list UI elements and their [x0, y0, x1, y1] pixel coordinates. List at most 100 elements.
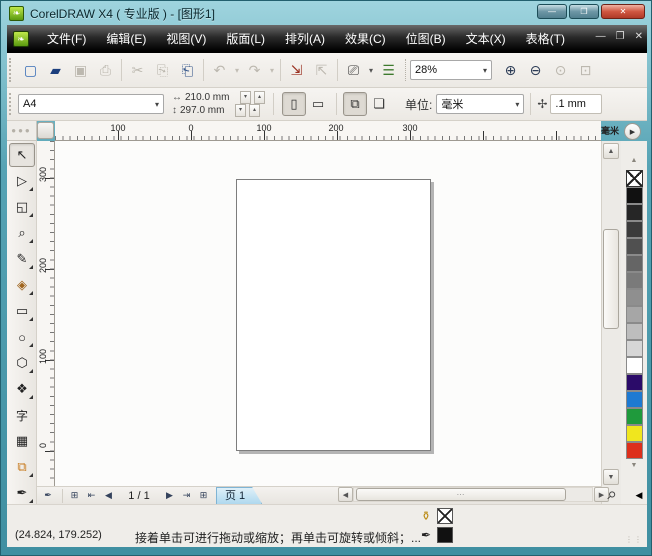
- color-swatch[interactable]: [626, 323, 643, 340]
- color-swatch[interactable]: [626, 306, 643, 323]
- no-fill-swatch[interactable]: [626, 170, 643, 187]
- zoom-level-combo[interactable]: 28% ▾: [410, 60, 492, 80]
- import-button[interactable]: ⇲: [284, 58, 309, 83]
- nudge-input[interactable]: .1 mm: [550, 94, 603, 114]
- scroll-down-button[interactable]: ▼: [603, 469, 619, 485]
- copy-button[interactable]: ⎘: [150, 58, 175, 83]
- redo-dropdown[interactable]: ▾: [267, 66, 277, 75]
- color-swatch[interactable]: [626, 408, 643, 425]
- menu-effects[interactable]: 效果(C): [335, 28, 396, 50]
- menu-app-icon[interactable]: ❧: [13, 30, 29, 47]
- color-swatch[interactable]: [626, 391, 643, 408]
- zoom-out-button[interactable]: ⊖: [523, 58, 548, 83]
- landscape-button[interactable]: ▭: [306, 92, 330, 116]
- ruler-flyout-button[interactable]: ▶: [624, 123, 641, 140]
- paper-width-value[interactable]: 210.0 mm: [185, 91, 237, 104]
- menu-view[interactable]: 视图(V): [156, 28, 216, 50]
- vertical-ruler[interactable]: 300 200 100 0: [37, 141, 55, 504]
- text-tool-button[interactable]: 字: [9, 403, 35, 427]
- color-swatch[interactable]: [626, 187, 643, 204]
- width-spin-down[interactable]: ▾: [240, 91, 251, 104]
- width-spin-up[interactable]: ▴: [254, 91, 265, 104]
- color-swatch[interactable]: [626, 221, 643, 238]
- first-page-button[interactable]: ⇤: [83, 488, 100, 504]
- navigator-button[interactable]: ⚲: [603, 487, 620, 503]
- toolbar-grip[interactable]: [9, 92, 14, 116]
- color-swatch[interactable]: [626, 442, 643, 459]
- last-page-button[interactable]: ⇥: [178, 488, 195, 504]
- hscroll-left-button[interactable]: ◀: [338, 487, 353, 502]
- basic-shapes-tool-button[interactable]: ❖: [9, 377, 35, 401]
- menu-table[interactable]: 表格(T): [516, 28, 575, 50]
- zoom-in-button[interactable]: ⊕: [498, 58, 523, 83]
- current-page-button[interactable]: ❏: [367, 92, 391, 116]
- undo-dropdown[interactable]: ▾: [232, 66, 242, 75]
- zoom-actual-button[interactable]: ⊙: [548, 58, 573, 83]
- next-page-button[interactable]: ▶: [161, 488, 178, 504]
- zoom-to-page-button[interactable]: ⊡: [573, 58, 598, 83]
- export-button[interactable]: ⇱: [309, 58, 334, 83]
- horizontal-ruler[interactable]: 100 0 100 200 300: [55, 121, 601, 141]
- height-spin-up[interactable]: ▴: [249, 104, 260, 117]
- page-size-combo[interactable]: A4 ▾: [18, 94, 164, 114]
- previous-page-button[interactable]: ◀: [100, 488, 117, 504]
- color-swatch[interactable]: [626, 204, 643, 221]
- color-swatch[interactable]: [626, 289, 643, 306]
- vertical-scroll-thumb[interactable]: [603, 229, 619, 329]
- polygon-tool-button[interactable]: ⬡: [9, 351, 35, 375]
- color-swatch[interactable]: [626, 357, 643, 374]
- palette-scroll-down-button[interactable]: ▼: [627, 462, 641, 472]
- color-swatch[interactable]: [626, 374, 643, 391]
- close-button[interactable]: ✕: [601, 4, 645, 19]
- document-page[interactable]: [236, 179, 431, 451]
- paper-height-value[interactable]: 297.0 mm: [180, 104, 232, 117]
- menu-arrange[interactable]: 排列(A): [275, 28, 335, 50]
- new-document-button[interactable]: ▢: [18, 58, 43, 83]
- blend-tool-button[interactable]: ⧉: [9, 455, 35, 479]
- portrait-button[interactable]: ▯: [282, 92, 306, 116]
- scroll-up-button[interactable]: ▲: [603, 143, 619, 159]
- welcome-screen-button[interactable]: ☰: [376, 58, 401, 83]
- smart-fill-tool-button[interactable]: ◈: [9, 273, 35, 297]
- crop-tool-button[interactable]: ◱: [9, 195, 35, 219]
- color-swatch[interactable]: [626, 425, 643, 442]
- palette-expand-button[interactable]: ◀: [631, 487, 647, 503]
- pick-tool-button[interactable]: ↖: [9, 143, 35, 167]
- mdi-close-button[interactable]: ✕: [635, 31, 643, 42]
- print-button[interactable]: ⎙: [93, 58, 118, 83]
- units-combo[interactable]: 毫米 ▾: [436, 94, 525, 114]
- menu-layout[interactable]: 版面(L): [216, 28, 275, 50]
- fill-status-swatch[interactable]: [437, 508, 453, 524]
- save-button[interactable]: ▣: [68, 58, 93, 83]
- horizontal-scroll-thumb[interactable]: ⋯: [356, 488, 566, 501]
- palette-scroll-up-button[interactable]: ▲: [627, 157, 641, 167]
- color-swatch[interactable]: [626, 340, 643, 357]
- undo-button[interactable]: ↶: [207, 58, 232, 83]
- ruler-origin-button[interactable]: [37, 122, 54, 139]
- application-launcher-button[interactable]: ⎚: [341, 58, 366, 83]
- color-swatch[interactable]: [626, 238, 643, 255]
- all-pages-button[interactable]: ⧉: [343, 92, 367, 116]
- add-page-button-2[interactable]: ⊞: [195, 488, 212, 504]
- page-tab[interactable]: 页 1: [216, 487, 262, 504]
- outline-tool-button[interactable]: ✒: [37, 488, 59, 504]
- menu-file[interactable]: 文件(F): [37, 28, 96, 50]
- eyedropper-tool-button[interactable]: ✒: [9, 481, 35, 505]
- zoom-tool-button[interactable]: ⌕: [9, 221, 35, 245]
- table-tool-button[interactable]: ▦: [9, 429, 35, 453]
- application-launcher-dropdown[interactable]: ▾: [366, 66, 376, 75]
- cut-button[interactable]: ✂: [125, 58, 150, 83]
- resize-grip[interactable]: ⋮⋮: [625, 535, 643, 544]
- add-page-button[interactable]: ⊞: [66, 488, 83, 504]
- paste-button[interactable]: ⎗: [175, 58, 200, 83]
- maximize-button[interactable]: ❐: [569, 4, 599, 19]
- height-spin-down[interactable]: ▾: [235, 104, 246, 117]
- toolbox-grip[interactable]: ●●●: [7, 121, 37, 141]
- menu-edit[interactable]: 编辑(E): [96, 28, 156, 50]
- freehand-tool-button[interactable]: ✎: [9, 247, 35, 271]
- menu-text[interactable]: 文本(X): [456, 28, 516, 50]
- redo-button[interactable]: ↷: [242, 58, 267, 83]
- rectangle-tool-button[interactable]: ▭: [9, 299, 35, 323]
- color-swatch[interactable]: [626, 272, 643, 289]
- outline-status-swatch[interactable]: [437, 527, 453, 543]
